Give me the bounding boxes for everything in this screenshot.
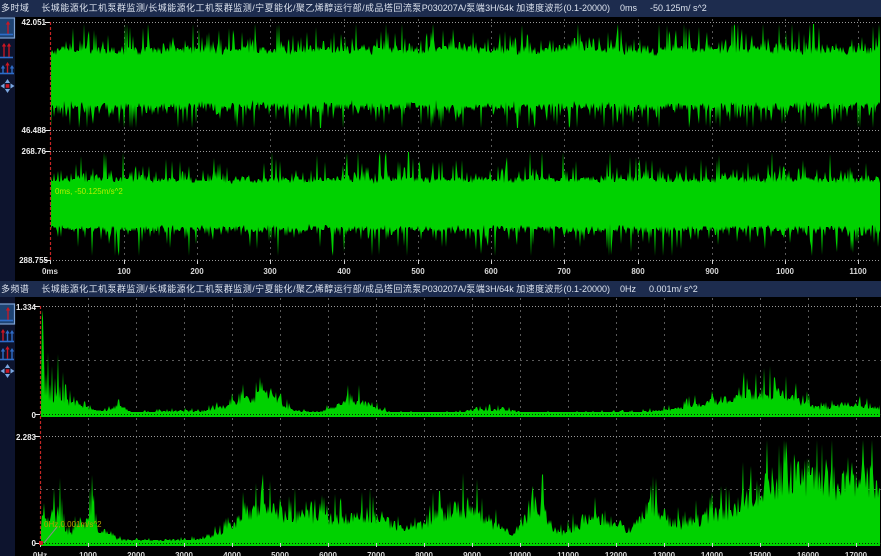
svg-text:16000: 16000 [797,551,820,556]
svg-text:10000: 10000 [509,551,532,556]
svg-text:268.76: 268.76 [22,147,47,156]
svg-text:42.051: 42.051 [22,18,47,27]
svg-text:6000: 6000 [319,551,337,556]
svg-text:900: 900 [705,267,719,276]
svg-text:700: 700 [557,267,571,276]
svg-text:600: 600 [484,267,498,276]
svg-text:100: 100 [117,267,131,276]
svg-text:11000: 11000 [557,551,579,556]
svg-text:2.283: 2.283 [16,433,37,442]
svg-text:0Hz: 0Hz [33,551,47,556]
svg-text:1100: 1100 [849,267,867,276]
svg-text:0Hz,0.001m/s^2: 0Hz,0.001m/s^2 [44,520,102,529]
svg-text:12000: 12000 [605,551,628,556]
svg-text:800: 800 [631,267,645,276]
svg-text:400: 400 [337,267,351,276]
svg-text:0: 0 [32,539,37,548]
svg-text:0ms: 0ms [42,267,59,276]
svg-text:8000: 8000 [415,551,433,556]
svg-text:2000: 2000 [127,551,145,556]
svg-text:1000: 1000 [79,551,97,556]
svg-text:17000: 17000 [845,551,868,556]
svg-text:14000: 14000 [701,551,724,556]
svg-text:13000: 13000 [653,551,676,556]
svg-text:1000: 1000 [776,267,794,276]
svg-text:15000: 15000 [749,551,772,556]
svg-text:7000: 7000 [367,551,385,556]
svg-text:1.334: 1.334 [16,303,37,312]
svg-text:0: 0 [32,411,37,420]
svg-text:300: 300 [263,267,277,276]
svg-text:288.755: 288.755 [19,256,48,265]
svg-text:500: 500 [411,267,425,276]
svg-text:46.488: 46.488 [22,126,47,135]
svg-text:5000: 5000 [271,551,289,556]
svg-text:9000: 9000 [463,551,481,556]
svg-text:0ms, -50.125m/s^2: 0ms, -50.125m/s^2 [55,187,123,196]
svg-text:200: 200 [190,267,204,276]
svg-text:4000: 4000 [223,551,241,556]
svg-text:3000: 3000 [175,551,193,556]
